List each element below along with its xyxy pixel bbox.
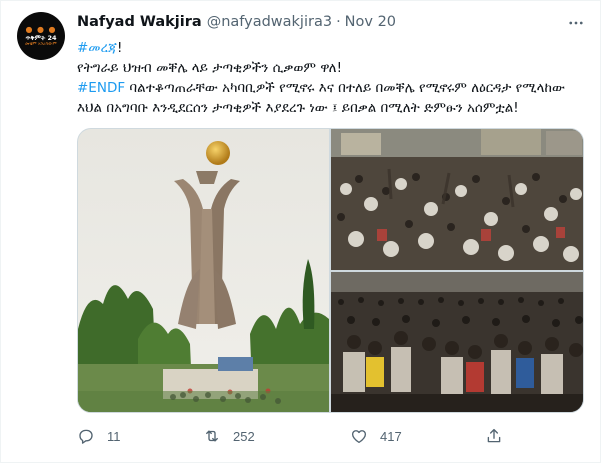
heart-icon (351, 430, 367, 444)
more-options-icon[interactable] (566, 13, 586, 33)
avatar[interactable]: ● ● ● ጥቅምት 24 መቼም አንረሳውም (17, 12, 65, 60)
share-button[interactable] (485, 427, 515, 445)
hashtag-link[interactable]: #መረጃ (77, 40, 117, 56)
like-count: 417 (380, 428, 402, 444)
monument-photo[interactable] (78, 129, 329, 412)
candle-dots-icon: ● ● ● (25, 24, 57, 34)
tweet-line-4: እህል በአግባቡ እንዲደርሰን ታጣቂዎች እያደረጉ ነው ፤ ይበቃል … (77, 100, 519, 116)
header-separator: · (336, 14, 341, 30)
share-icon (487, 428, 501, 443)
avatar-text: ጥቅምት 24 (25, 33, 57, 42)
reply-button[interactable]: 11 (77, 427, 121, 445)
hashtag-endf-link[interactable]: #ENDF (77, 80, 125, 96)
tweet-line-3: #ENDF ባልተቆጣጠራቸው አካባቢዎች የሚኖሩ እና በተለይ በመቐሌ… (77, 78, 587, 98)
tweet-card[interactable]: ● ● ● ጥቅምት 24 መቼም አንረሳውም Nafyad Wakjira … (0, 0, 601, 463)
author-handle[interactable]: @nafyadwakjira3 (207, 14, 332, 30)
tweet-line-1-rest: ! (116, 40, 123, 56)
tweet-actions: 11 252 417 (77, 425, 507, 447)
tweet-line-3-rest: ባልተቆጣጠራቸው አካባቢዎች የሚኖሩ እና በተለይ በመቐሌ የሚኖሩም… (125, 80, 565, 96)
retweet-button[interactable]: 252 (203, 427, 255, 445)
author-name[interactable]: Nafyad Wakjira (77, 14, 202, 30)
reply-count: 11 (107, 428, 121, 444)
tweet-line-2: የትግራይ ህዝብ መቐሌ ላይ ታጣቂዎችን ሲቃወም ዋለ! (77, 60, 342, 76)
like-button[interactable]: 417 (350, 427, 402, 445)
reply-icon (79, 429, 93, 444)
avatar-subtext: መቼም አንረሳውም (25, 41, 57, 47)
crowd-photo-bottom[interactable] (331, 272, 583, 412)
retweet-count: 252 (233, 428, 255, 444)
tweet-timestamp[interactable]: Nov 20 (345, 14, 396, 30)
tweet-header: Nafyad Wakjira @nafyadwakjira3 · Nov 20 (77, 14, 560, 34)
crowd-photo-top[interactable] (331, 129, 583, 270)
tweet-line-1: #መረጃ! (77, 38, 587, 58)
retweet-icon (206, 430, 218, 442)
media-grid (77, 128, 584, 413)
tweet-text: #መረጃ! የትግራይ ህዝብ መቐሌ ላይ ታጣቂዎችን ሲቃወም ዋለ! #… (77, 38, 587, 118)
